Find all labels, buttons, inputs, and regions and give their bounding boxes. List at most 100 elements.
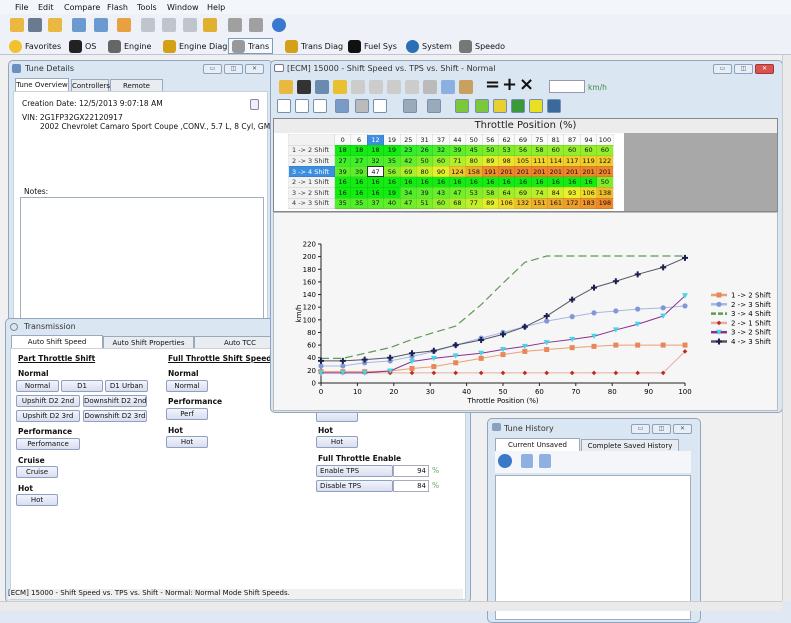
value-input[interactable] — [549, 80, 585, 93]
table-cell[interactable]: 45 — [465, 144, 483, 157]
table-cell[interactable]: 60 — [432, 197, 450, 210]
table-cell[interactable]: 56 — [383, 165, 401, 178]
table-cell[interactable]: 19 — [383, 186, 401, 199]
table-cell[interactable]: 77 — [465, 197, 483, 210]
table-cell[interactable]: 84 — [547, 186, 565, 199]
table-cell[interactable]: 27 — [350, 155, 368, 167]
table-icon[interactable] — [183, 18, 197, 32]
column-header[interactable]: 44 — [448, 134, 467, 146]
row-header[interactable]: 3 -> 2 Shift — [288, 186, 335, 199]
table-cell[interactable]: 201 — [547, 165, 565, 178]
interpolate-vertical-icon[interactable] — [493, 99, 507, 113]
nav-fuel-sys[interactable]: Fuel Sys — [345, 38, 400, 54]
nav-system[interactable]: System — [403, 38, 455, 54]
nav-trans-diag[interactable]: Trans Diag — [282, 38, 346, 54]
table-icon[interactable] — [162, 18, 176, 32]
row-header[interactable]: 3 -> 4 Shift — [288, 165, 335, 178]
table-cell[interactable]: 89 — [481, 155, 499, 167]
row-header[interactable]: 2 -> 3 Shift — [288, 155, 335, 167]
paste-icon[interactable] — [459, 80, 473, 94]
open-folder-icon[interactable] — [10, 18, 24, 32]
print-icon[interactable] — [315, 80, 329, 94]
column-header[interactable]: 75 — [530, 134, 549, 146]
col3-hot-button[interactable]: Hot — [316, 436, 358, 448]
column-header[interactable]: 50 — [465, 134, 483, 146]
performance-button[interactable]: Perfomance — [16, 438, 80, 450]
table-cell[interactable]: 201 — [497, 165, 516, 178]
table-cell[interactable]: 50 — [481, 144, 499, 157]
interpolate-horizontal-icon[interactable] — [475, 99, 489, 113]
table-cell[interactable]: 183 — [579, 197, 598, 210]
table-cell[interactable]: 138 — [596, 186, 614, 199]
table-cell[interactable]: 90 — [432, 165, 450, 178]
table-icon[interactable] — [387, 80, 401, 94]
expand-list-icon[interactable] — [521, 454, 533, 468]
row-header[interactable]: 4 -> 3 Shift — [288, 197, 335, 210]
menu-edit[interactable]: Edit — [38, 3, 54, 12]
swap-icon[interactable] — [203, 18, 217, 32]
smooth-vertical-icon[interactable] — [547, 99, 561, 113]
table-cell[interactable]: 18 — [350, 144, 368, 157]
table-cell[interactable]: 16 — [497, 176, 516, 188]
table-cell[interactable]: 16 — [432, 176, 450, 188]
smooth-horizontal-icon[interactable] — [529, 99, 543, 113]
diamond-right-icon[interactable] — [249, 18, 263, 32]
upshift-d2-3rd-button[interactable]: Upshift D2 3rd — [16, 410, 80, 422]
table-cell[interactable]: 172 — [563, 197, 581, 210]
table-cell[interactable]: 89 — [481, 197, 499, 210]
table-cell[interactable]: 191 — [481, 165, 499, 178]
table-cell[interactable]: 35 — [350, 197, 368, 210]
table-cell[interactable]: 39 — [350, 165, 368, 178]
table-cell[interactable]: 151 — [530, 197, 549, 210]
enable-tps-input[interactable]: 94 — [393, 465, 429, 477]
table-cell[interactable]: 122 — [596, 155, 614, 167]
menu-flash[interactable]: Flash — [107, 3, 128, 12]
table-cell[interactable]: 35 — [333, 197, 352, 210]
folder-flash-icon[interactable] — [117, 18, 131, 32]
view-single-icon[interactable] — [277, 99, 291, 113]
table-cell[interactable]: 201 — [596, 165, 614, 178]
table-cell[interactable]: 119 — [579, 155, 598, 167]
close-button[interactable]: ✕ — [245, 64, 264, 74]
table-cell[interactable]: 201 — [530, 165, 549, 178]
table-icon[interactable] — [369, 80, 383, 94]
column-header[interactable]: 100 — [596, 134, 614, 146]
table-cell[interactable]: 98 — [497, 155, 516, 167]
table-cell[interactable]: 16 — [481, 176, 499, 188]
normal-button[interactable]: Normal — [16, 380, 59, 392]
table-cell[interactable]: 50 — [415, 155, 434, 167]
table-cell[interactable]: 26 — [415, 144, 434, 157]
undo-icon[interactable] — [423, 80, 437, 94]
table-cell[interactable]: 161 — [547, 197, 565, 210]
table-cell[interactable]: 16 — [448, 176, 467, 188]
close-button[interactable]: ✕ — [755, 64, 774, 74]
table-cell[interactable]: 60 — [563, 144, 581, 157]
tree-list-icon[interactable] — [539, 454, 551, 468]
tag-icon[interactable] — [355, 99, 369, 113]
increase-decimals-icon[interactable] — [427, 99, 441, 113]
table-cell[interactable]: 39 — [448, 144, 467, 157]
set-equal-icon[interactable]: = — [485, 76, 501, 94]
open-folder-icon[interactable] — [279, 80, 293, 94]
table-cell[interactable]: 60 — [547, 144, 565, 157]
view-split-vertical-icon[interactable] — [313, 99, 327, 113]
info-icon[interactable] — [272, 18, 286, 32]
table-cell[interactable]: 80 — [465, 155, 483, 167]
table-cell[interactable]: 114 — [547, 155, 565, 167]
copy-icon[interactable] — [441, 80, 455, 94]
table-icon[interactable] — [141, 18, 155, 32]
table-cell[interactable]: 58 — [530, 144, 549, 157]
workspace-horizontal-scrollbar[interactable] — [0, 601, 782, 611]
column-header[interactable]: 94 — [579, 134, 598, 146]
favorite-icon[interactable] — [351, 80, 365, 94]
decrease-decimals-icon[interactable] — [403, 99, 417, 113]
table-cell[interactable]: 27 — [333, 155, 352, 167]
save-icon[interactable] — [28, 18, 42, 32]
hot-button[interactable]: Hot — [16, 494, 58, 506]
menu-compare[interactable]: Compare — [64, 3, 100, 12]
d1-button[interactable]: D1 — [61, 380, 103, 392]
restore-button[interactable]: ◫ — [652, 424, 671, 434]
refresh-icon[interactable] — [498, 454, 512, 468]
close-button[interactable]: ✕ — [673, 424, 692, 434]
add-icon[interactable]: + — [502, 76, 518, 94]
